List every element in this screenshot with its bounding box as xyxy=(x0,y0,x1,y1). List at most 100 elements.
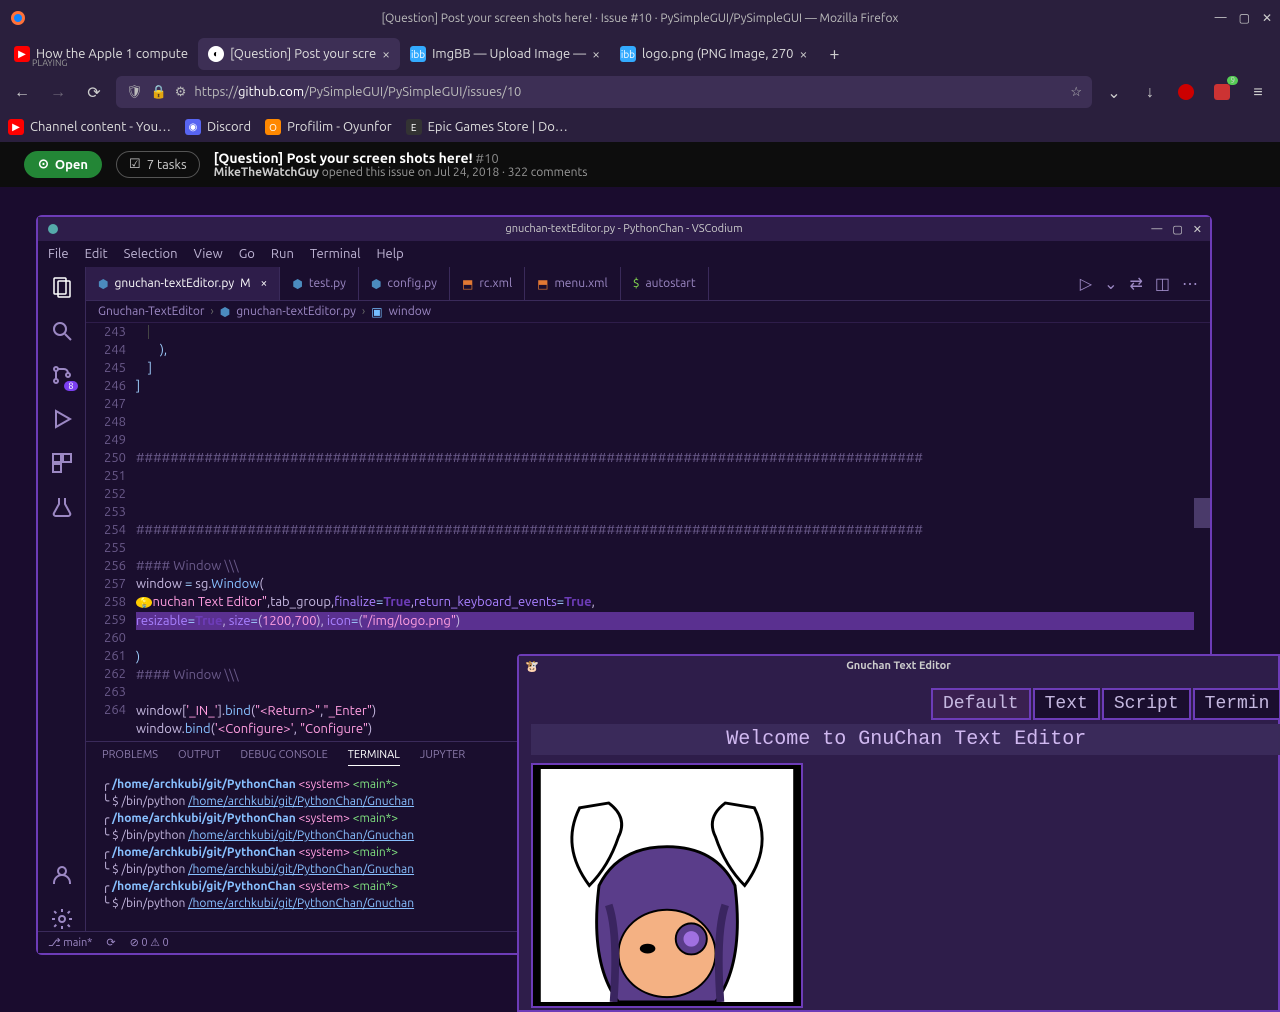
maximize-button[interactable]: ▢ xyxy=(1239,11,1250,25)
sync-button[interactable]: ⟳ xyxy=(106,936,115,949)
epic-icon: E xyxy=(406,119,422,135)
back-button[interactable]: ← xyxy=(8,78,36,106)
extensions-icon[interactable] xyxy=(50,451,74,475)
run-button[interactable]: ▷ xyxy=(1080,274,1092,293)
testing-icon[interactable] xyxy=(50,495,74,519)
xml-icon: ⬒ xyxy=(462,277,473,291)
tab-imgbb[interactable]: ibb ImgBB — Upload Image — × xyxy=(400,38,610,70)
tab-close-button[interactable]: × xyxy=(382,46,390,62)
problems-indicator[interactable]: ⊘ 0 ⚠ 0 xyxy=(130,936,169,949)
new-tab-button[interactable]: + xyxy=(817,44,851,64)
tab-youtube[interactable]: ▶ How the Apple 1 compute PLAYING xyxy=(4,38,198,70)
accounts-icon[interactable] xyxy=(50,863,74,887)
menu-view[interactable]: View xyxy=(194,247,223,261)
symbol-variable-icon: ▣ xyxy=(371,305,382,319)
pocket-button[interactable]: ⌄ xyxy=(1100,78,1128,106)
firefox-toolbar: ← → ⟳ 🛡 🔒 ⚙ https://github.com/PySimpleG… xyxy=(0,72,1280,112)
youtube-icon: ▶ xyxy=(8,119,24,135)
tab-close-button[interactable]: × xyxy=(592,46,600,62)
editor-tab-gnuchan[interactable]: ⬢gnuchan-textEditor.py M× xyxy=(86,267,280,300)
editor-tab-test[interactable]: ⬢test.py xyxy=(280,267,359,300)
editor-tab-strip: ⬢gnuchan-textEditor.py M× ⬢test.py ⬢conf… xyxy=(86,267,1210,301)
url-bar[interactable]: 🛡 🔒 ⚙ https://github.com/PySimpleGUI/PyS… xyxy=(116,76,1092,108)
gnuchan-tab-script[interactable]: Script xyxy=(1102,688,1191,720)
github-icon: ◐ xyxy=(208,46,224,62)
gnuchan-tab-strip: Default Text Script Termin xyxy=(931,688,1280,720)
editor-tab-rc-xml[interactable]: ⬒rc.xml xyxy=(450,267,525,300)
gnuchan-tab-text[interactable]: Text xyxy=(1033,688,1100,720)
run-dropdown-icon[interactable]: ⌄ xyxy=(1104,274,1117,293)
panel-tab-output[interactable]: OUTPUT xyxy=(178,749,220,765)
app-menu-button[interactable]: ≡ xyxy=(1244,78,1272,106)
gnuchan-logo-image xyxy=(531,763,803,1008)
menu-go[interactable]: Go xyxy=(239,247,255,261)
bookmarks-bar: ▶Channel content - You… ◉Discord OProfil… xyxy=(0,112,1280,142)
badge: 9 xyxy=(1227,76,1238,85)
gnuchan-tab-terminal[interactable]: Termin xyxy=(1193,688,1280,720)
tab-label: ImgBB — Upload Image — xyxy=(432,47,586,61)
issue-author[interactable]: MikeTheWatchGuy xyxy=(214,166,319,179)
python-icon: ⬢ xyxy=(98,277,108,291)
menu-terminal[interactable]: Terminal xyxy=(310,247,361,261)
bookmark-discord[interactable]: ◉Discord xyxy=(185,119,251,135)
permissions-icon: ⚙ xyxy=(175,85,187,100)
editor-tab-menu-xml[interactable]: ⬒menu.xml xyxy=(525,267,621,300)
issue-status-open: ⊙Open xyxy=(24,151,102,178)
panel-tab-debug[interactable]: DEBUG CONSOLE xyxy=(240,749,327,765)
breadcrumb[interactable]: Gnuchan-TextEditor› ⬢gnuchan-textEditor.… xyxy=(86,301,1210,323)
menu-run[interactable]: Run xyxy=(271,247,294,261)
bookmark-epic[interactable]: EEpic Games Store | Do… xyxy=(406,119,568,135)
source-control-icon[interactable]: 8 xyxy=(50,363,74,387)
bookmark-oyunfor[interactable]: OProfilim - Oyunfor xyxy=(265,119,392,135)
settings-gear-icon[interactable] xyxy=(50,907,74,931)
bookmark-star-icon[interactable]: ☆ xyxy=(1070,85,1082,100)
downloads-button[interactable]: ↓ xyxy=(1136,78,1164,106)
tab-label: logo.png (PNG Image, 270 xyxy=(642,47,794,61)
tab-label: [Question] Post your scre xyxy=(230,47,376,61)
forward-button[interactable]: → xyxy=(44,78,72,106)
scm-badge: 8 xyxy=(64,381,77,391)
menu-help[interactable]: Help xyxy=(376,247,403,261)
panel-tab-problems[interactable]: PROBLEMS xyxy=(102,749,158,765)
issue-title: [Question] Post your screen shots here! xyxy=(214,150,473,166)
firefox-tab-strip: ▶ How the Apple 1 compute PLAYING ◐ [Que… xyxy=(0,36,1280,72)
maximize-button[interactable]: ▢ xyxy=(1172,223,1182,236)
discord-icon: ◉ xyxy=(185,119,201,135)
window-title: [Question] Post your screen shots here! … xyxy=(382,12,899,25)
tab-close-button[interactable]: × xyxy=(261,277,268,290)
close-button[interactable]: ✕ xyxy=(1193,223,1202,236)
window-controls: — ▢ ✕ xyxy=(1215,11,1272,25)
ublock-icon[interactable] xyxy=(1172,78,1200,106)
menu-edit[interactable]: Edit xyxy=(85,247,108,261)
more-actions-icon[interactable]: ⋯ xyxy=(1182,274,1198,293)
search-icon[interactable] xyxy=(50,319,74,343)
gnuchan-tab-default[interactable]: Default xyxy=(931,688,1031,720)
gnuchan-title-text: Gnuchan Text Editor xyxy=(846,660,951,672)
shield-icon: 🛡 xyxy=(126,85,143,100)
editor-tab-config[interactable]: ⬢config.py xyxy=(359,267,450,300)
editor-tab-autostart[interactable]: $autostart xyxy=(621,267,709,300)
tab-logo-png[interactable]: ibb logo.png (PNG Image, 270 × xyxy=(610,38,817,70)
issue-tasks-badge[interactable]: ☑7 tasks xyxy=(116,151,200,178)
lock-icon: 🔒 xyxy=(151,85,167,100)
split-editor-icon[interactable]: ◫ xyxy=(1155,274,1170,293)
menu-selection[interactable]: Selection xyxy=(124,247,178,261)
shell-icon: $ xyxy=(633,277,640,290)
tab-github[interactable]: ◐ [Question] Post your scre × xyxy=(198,38,400,70)
panel-tab-jupyter[interactable]: JUPYTER xyxy=(420,749,465,765)
github-issue-header: ⊙Open ☑7 tasks [Question] Post your scre… xyxy=(0,142,1280,187)
panel-tab-terminal[interactable]: TERMINAL xyxy=(348,749,400,766)
minimize-button[interactable]: — xyxy=(1151,223,1162,236)
explorer-icon[interactable] xyxy=(50,275,74,299)
extension-button[interactable]: 9 xyxy=(1208,78,1236,106)
bookmark-channel[interactable]: ▶Channel content - You… xyxy=(8,119,171,135)
menu-file[interactable]: File xyxy=(48,247,69,261)
minimize-button[interactable]: — xyxy=(1215,11,1227,25)
close-button[interactable]: ✕ xyxy=(1262,11,1272,25)
compare-icon[interactable]: ⇄ xyxy=(1129,274,1142,293)
branch-indicator[interactable]: ⎇ main* xyxy=(48,936,92,949)
reload-button[interactable]: ⟳ xyxy=(80,78,108,106)
tab-close-button[interactable]: × xyxy=(800,46,808,62)
run-debug-icon[interactable] xyxy=(50,407,74,431)
xml-icon: ⬒ xyxy=(537,277,548,291)
